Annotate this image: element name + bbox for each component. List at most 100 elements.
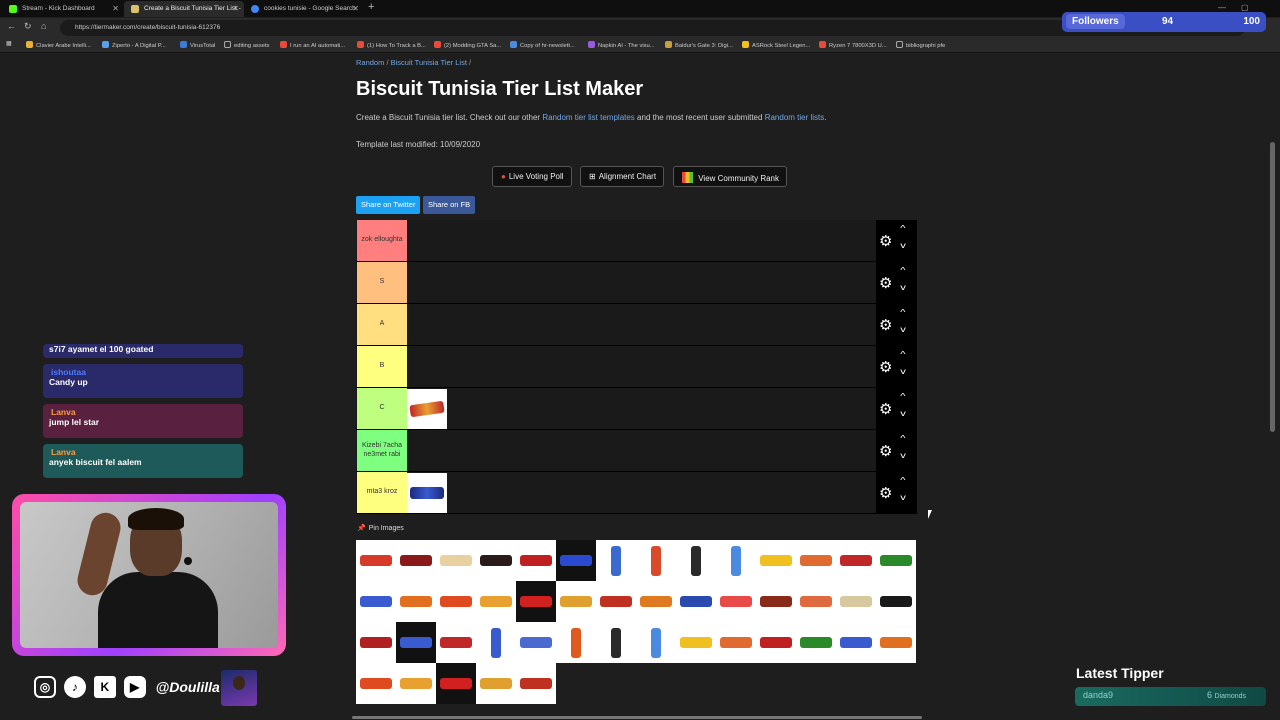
share-twitter-button[interactable]: Share on Twitter (356, 196, 421, 214)
chevron-up-icon[interactable]: ^ (900, 308, 905, 317)
close-icon[interactable]: ✕ (352, 4, 359, 13)
tier-label[interactable]: C (357, 388, 407, 429)
biscuit-item[interactable] (636, 540, 676, 581)
biscuit-item[interactable] (796, 540, 836, 581)
chevron-up-icon[interactable]: ^ (900, 476, 905, 485)
tier-label[interactable]: A (357, 304, 407, 345)
biscuit-item[interactable] (596, 622, 636, 663)
biscuit-item[interactable] (556, 622, 596, 663)
back-icon[interactable]: ← (7, 21, 16, 31)
chevron-down-icon[interactable]: v (900, 325, 906, 334)
biscuit-item[interactable] (596, 581, 636, 622)
biscuit-item[interactable] (716, 581, 756, 622)
biscuit-item[interactable] (676, 540, 716, 581)
biscuit-item[interactable] (476, 622, 516, 663)
tier-label[interactable]: B (357, 346, 407, 387)
biscuit-item[interactable] (396, 540, 436, 581)
bookmark-item[interactable]: ASRock Steel Legen... (742, 41, 810, 49)
chevron-up-icon[interactable]: ^ (900, 224, 905, 233)
pin-images-toggle[interactable]: 📌 Pin Images (357, 524, 404, 532)
bookmark-item[interactable]: I run an AI automati... (280, 41, 345, 49)
biscuit-item[interactable] (676, 622, 716, 663)
biscuit-item[interactable] (396, 622, 436, 663)
chevron-down-icon[interactable]: v (900, 283, 906, 292)
tab-kick-dashboard[interactable]: Stream - Kick Dashboard ✕ (2, 1, 124, 17)
bookmark-folder[interactable]: editing assets (224, 41, 269, 49)
chevron-down-icon[interactable]: v (900, 451, 906, 460)
biscuit-item[interactable] (556, 581, 596, 622)
biscuit-item[interactable] (876, 540, 916, 581)
gear-icon[interactable]: ⚙ (879, 316, 892, 334)
apps-grid-icon[interactable]: ▦ (6, 41, 11, 47)
biscuit-item[interactable] (876, 581, 916, 622)
live-voting-poll-button[interactable]: ● Live Voting Poll (492, 166, 572, 187)
chevron-down-icon[interactable]: v (900, 409, 906, 418)
biscuit-item[interactable] (756, 540, 796, 581)
reload-icon[interactable]: ↻ (24, 21, 32, 32)
biscuit-item[interactable] (356, 581, 396, 622)
bookmark-item[interactable]: Baldur's Gate 3: Digi... (665, 41, 733, 49)
biscuit-item[interactable] (436, 622, 476, 663)
gear-icon[interactable]: ⚙ (879, 274, 892, 292)
close-icon[interactable]: ✕ (112, 4, 119, 13)
tab-google-search[interactable]: cookies tunisie - Google Search ✕ (244, 1, 364, 17)
biscuit-item[interactable] (436, 581, 476, 622)
biscuit-item[interactable] (636, 622, 676, 663)
biscuit-item[interactable] (516, 663, 556, 704)
biscuit-item[interactable] (476, 663, 516, 704)
tier-label[interactable]: mta3 kroz (357, 472, 407, 513)
chevron-down-icon[interactable]: v (900, 241, 906, 250)
chevron-down-icon[interactable]: v (900, 493, 906, 502)
bookmark-item[interactable]: (1) How To Track a B... (357, 41, 426, 49)
tab-tiermaker[interactable]: Create a Biscuit Tunisia Tier List - ✕ (124, 1, 244, 17)
home-icon[interactable]: ⌂ (41, 21, 46, 31)
biscuit-item[interactable] (516, 540, 556, 581)
gear-icon[interactable]: ⚙ (879, 400, 892, 418)
chevron-down-icon[interactable]: v (900, 367, 906, 376)
close-icon[interactable]: ✕ (232, 4, 239, 13)
biscuit-item[interactable] (836, 540, 876, 581)
biscuit-item[interactable] (796, 622, 836, 663)
biscuit-item[interactable] (596, 540, 636, 581)
bookmark-item[interactable]: Clavier Arabe Intelli... (26, 41, 91, 49)
minimize-icon[interactable]: — (1218, 3, 1226, 12)
biscuit-item[interactable] (407, 389, 447, 429)
community-rank-button[interactable]: View Community Rank (673, 166, 788, 187)
gear-icon[interactable]: ⚙ (879, 442, 892, 460)
biscuit-item[interactable] (396, 663, 436, 704)
biscuit-item[interactable] (716, 622, 756, 663)
biscuit-item[interactable] (436, 540, 476, 581)
biscuit-item[interactable] (876, 622, 916, 663)
biscuit-item[interactable] (476, 540, 516, 581)
biscuit-item[interactable] (676, 581, 716, 622)
biscuit-item[interactable] (636, 581, 676, 622)
biscuit-item[interactable] (356, 663, 396, 704)
chevron-up-icon[interactable]: ^ (900, 350, 905, 359)
biscuit-item[interactable] (796, 581, 836, 622)
chevron-up-icon[interactable]: ^ (900, 434, 905, 443)
biscuit-item[interactable] (756, 622, 796, 663)
biscuit-item[interactable] (516, 581, 556, 622)
bookmark-item[interactable]: (2) Modding GTA Sa... (434, 41, 501, 49)
bookmark-item[interactable]: Ziperto - A Digital P... (102, 41, 166, 49)
chevron-up-icon[interactable]: ^ (900, 266, 905, 275)
bookmark-item[interactable]: Ryzen 7 7800X3D U... (819, 41, 887, 49)
tier-label[interactable]: zok elloughta (357, 220, 407, 261)
biscuit-item[interactable] (516, 622, 556, 663)
horizontal-scrollbar[interactable] (352, 716, 922, 719)
gear-icon[interactable]: ⚙ (879, 484, 892, 502)
gear-icon[interactable]: ⚙ (879, 358, 892, 376)
biscuit-item[interactable] (476, 581, 516, 622)
biscuit-item[interactable] (356, 540, 396, 581)
share-facebook-button[interactable]: Share on FB (423, 196, 476, 214)
biscuit-item[interactable] (556, 540, 596, 581)
bookmark-item[interactable]: VirusTotal (180, 41, 215, 49)
biscuit-item[interactable] (407, 473, 447, 513)
biscuit-item[interactable] (436, 663, 476, 704)
biscuit-item[interactable] (396, 581, 436, 622)
chevron-up-icon[interactable]: ^ (900, 392, 905, 401)
bookmark-item[interactable]: Copy of hr-newslett... (510, 41, 575, 49)
tier-label[interactable]: Kizebi 7acha ne3met rabi (357, 430, 407, 471)
breadcrumb-biscuit[interactable]: Biscuit Tunisia Tier List (391, 58, 467, 67)
bookmark-item[interactable]: Napkin AI - The visu... (588, 41, 655, 49)
